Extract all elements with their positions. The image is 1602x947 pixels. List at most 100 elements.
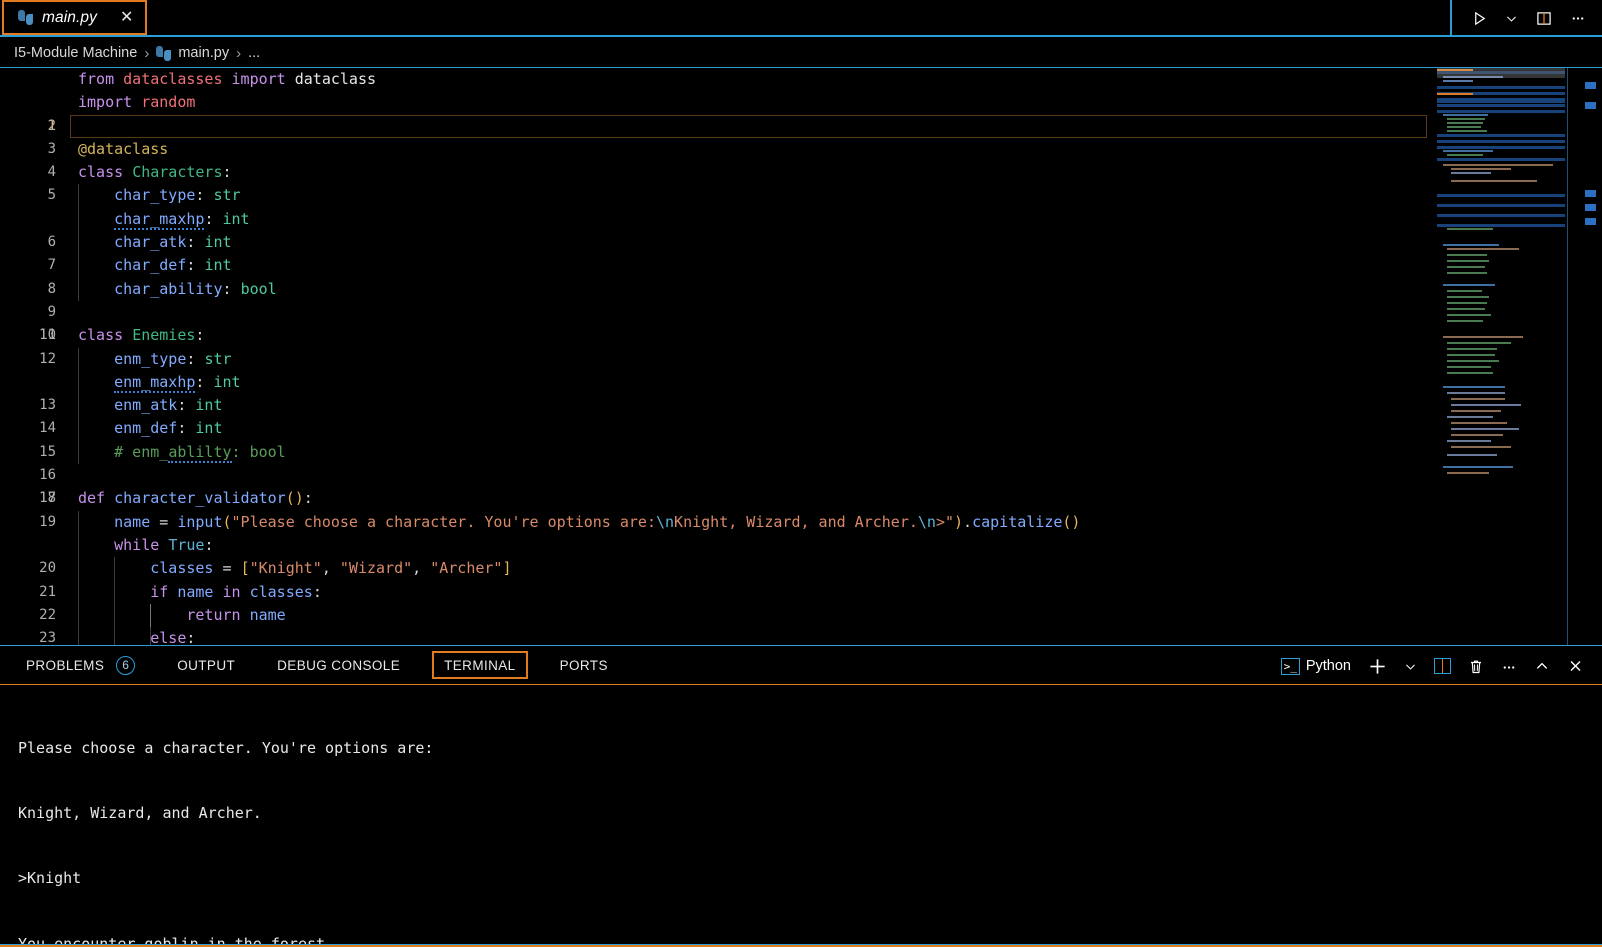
code-line: 12 class Enemies: [0, 324, 1435, 366]
line-content: while True: [114, 535, 214, 554]
editor-tab-main-py[interactable]: main.py ✕ [2, 0, 148, 35]
code-line: 22 classes = ["Knight", "Wizard", "Arche… [0, 557, 1435, 623]
line-content: # enm_ablilty: bool [114, 442, 286, 463]
line-content: char_def: int [114, 256, 232, 275]
code-line: 10 char_ability: bool [0, 277, 1435, 343]
line-content: class Characters: [78, 163, 232, 182]
terminal-line: Knight, Wizard, and Archer. [18, 803, 262, 822]
maximize-panel-icon[interactable] [1534, 659, 1550, 674]
new-terminal-icon[interactable] [1368, 657, 1387, 676]
overview-marker [1585, 204, 1596, 211]
tab-terminal[interactable]: TERMINAL [432, 651, 528, 679]
breadcrumb-item-folder[interactable]: I5-Module Machine [14, 45, 137, 61]
terminal-dropdown-icon[interactable] [1404, 660, 1417, 673]
code-line: 2 import random [0, 91, 1435, 133]
tab-output[interactable]: OUTPUT [167, 651, 245, 679]
tab-terminal-label: TERMINAL [444, 657, 516, 673]
code-line: 4 @dataclass [0, 138, 1435, 180]
line-content: classes = ["Knight", "Wizard", "Archer"] [150, 559, 512, 578]
code-lines[interactable]: 1 from dataclasses import dataclass 2 im… [0, 68, 1435, 645]
line-content: enm_maxhp: int [114, 372, 241, 393]
line-content: char_ability: bool [114, 279, 277, 298]
spellcheck-squiggle: char_maxhp [114, 209, 205, 230]
code-line: 11 [0, 301, 1435, 343]
problems-count-badge: 6 [116, 655, 136, 675]
code-line: 13 enm_type: str [0, 347, 1435, 413]
code-line: 20 name = input("Please choose a charact… [0, 510, 1435, 576]
code-line: 17 # enm_ablilty: bool [0, 440, 1435, 506]
code-line: 24 return name [0, 603, 1435, 628]
code-line: 3 [0, 115, 1435, 157]
line-content: else: [150, 629, 196, 645]
terminal-line: >Knight [18, 869, 82, 888]
editor-minimap[interactable] [1437, 68, 1565, 645]
spellcheck-squiggle: ablilty [168, 442, 232, 463]
vscode-window: main.py ✕ I5-Module Machine › main.py › [0, 0, 1602, 947]
code-line: 15 enm_atk: int [0, 394, 1435, 460]
line-content: from dataclasses import dataclass [78, 70, 377, 88]
panel-tab-list: PROBLEMS 6 OUTPUT DEBUG CONSOLE TERMINAL… [0, 646, 1602, 684]
kill-terminal-icon[interactable] [1468, 658, 1484, 675]
breadcrumb-item-file[interactable]: main.py [178, 45, 229, 61]
code-line: 8 char_atk: int [0, 231, 1435, 297]
line-content: @dataclass [78, 139, 169, 158]
line-content: if name in classes: [150, 582, 322, 601]
line-content: name = input("Please choose a character.… [114, 512, 1081, 531]
tab-problems[interactable]: PROBLEMS 6 [16, 651, 145, 679]
close-icon[interactable]: ✕ [120, 9, 133, 26]
code-line: 16 enm_def: int [0, 417, 1435, 483]
code-line: 1 from dataclasses import dataclass [0, 68, 1435, 138]
breadcrumb-separator: › [236, 44, 242, 62]
terminal-shell-selector[interactable]: >_ Python [1280, 657, 1351, 675]
code-line: 9 char_def: int [0, 254, 1435, 320]
code-line: 5 class Characters: [0, 161, 1435, 203]
editor-tab-label: main.py [42, 8, 97, 26]
editor-tab-bar: main.py ✕ [0, 0, 1602, 37]
overview-marker [1585, 218, 1596, 225]
split-terminal-icon[interactable] [1434, 658, 1451, 674]
breadcrumb-separator: › [144, 44, 150, 62]
tab-strip: main.py ✕ [0, 0, 148, 37]
run-icon[interactable] [1472, 11, 1487, 26]
code-line: 14 enm_maxhp: int [0, 370, 1435, 436]
breadcrumb-item-symbol[interactable]: ... [248, 45, 260, 61]
tab-debug-console-label: DEBUG CONSOLE [277, 657, 401, 673]
code-line: 25 else: [0, 627, 1435, 645]
tab-debug-console[interactable]: DEBUG CONSOLE [267, 651, 410, 679]
line-content: char_type: str [114, 186, 241, 205]
code-editor[interactable]: 1 from dataclasses import dataclass 2 im… [0, 67, 1602, 645]
tab-problems-label: PROBLEMS [26, 657, 105, 673]
line-content: def character_validator(): [78, 489, 313, 508]
panel-separator [0, 684, 1602, 685]
editor-actions [1452, 0, 1602, 37]
terminal-scrollbar[interactable] [1588, 686, 1602, 945]
code-line: 7 char_maxhp: int [0, 207, 1435, 273]
code-line: 6 char_type: str [0, 184, 1435, 250]
minimap-slider[interactable] [1437, 68, 1565, 78]
overview-marker [1585, 82, 1596, 89]
terminal-line: Please choose a character. You're option… [18, 738, 434, 757]
overview-marker [1585, 190, 1596, 197]
close-panel-icon[interactable] [1567, 658, 1584, 674]
bottom-panel: PROBLEMS 6 OUTPUT DEBUG CONSOLE TERMINAL… [0, 645, 1602, 947]
panel-actions: >_ Python [1280, 647, 1592, 685]
code-line: 18 [0, 464, 1435, 506]
chevron-down-icon[interactable] [1505, 12, 1518, 25]
terminal-shell-icon: >_ [1280, 657, 1300, 675]
split-editor-icon[interactable] [1536, 11, 1552, 26]
line-content: enm_def: int [114, 419, 223, 438]
split-glyph [1434, 658, 1451, 674]
line-content: enm_type: str [114, 349, 232, 368]
terminal-shell-label: Python [1305, 658, 1351, 674]
code-line: 23 if name in classes: [0, 580, 1435, 645]
editor-scrollbar[interactable] [1567, 68, 1602, 645]
spellcheck-squiggle: enm_maxhp [114, 372, 196, 393]
python-file-icon [18, 10, 33, 25]
ruler-divider [1567, 68, 1568, 645]
panel-more-actions-icon[interactable] [1501, 659, 1517, 674]
line-content: return name [186, 605, 286, 624]
overview-marker [1585, 102, 1596, 109]
more-actions-icon[interactable] [1570, 11, 1586, 26]
tab-ports[interactable]: PORTS [550, 651, 618, 679]
terminal-output[interactable]: Please choose a character. You're option… [0, 686, 1602, 947]
